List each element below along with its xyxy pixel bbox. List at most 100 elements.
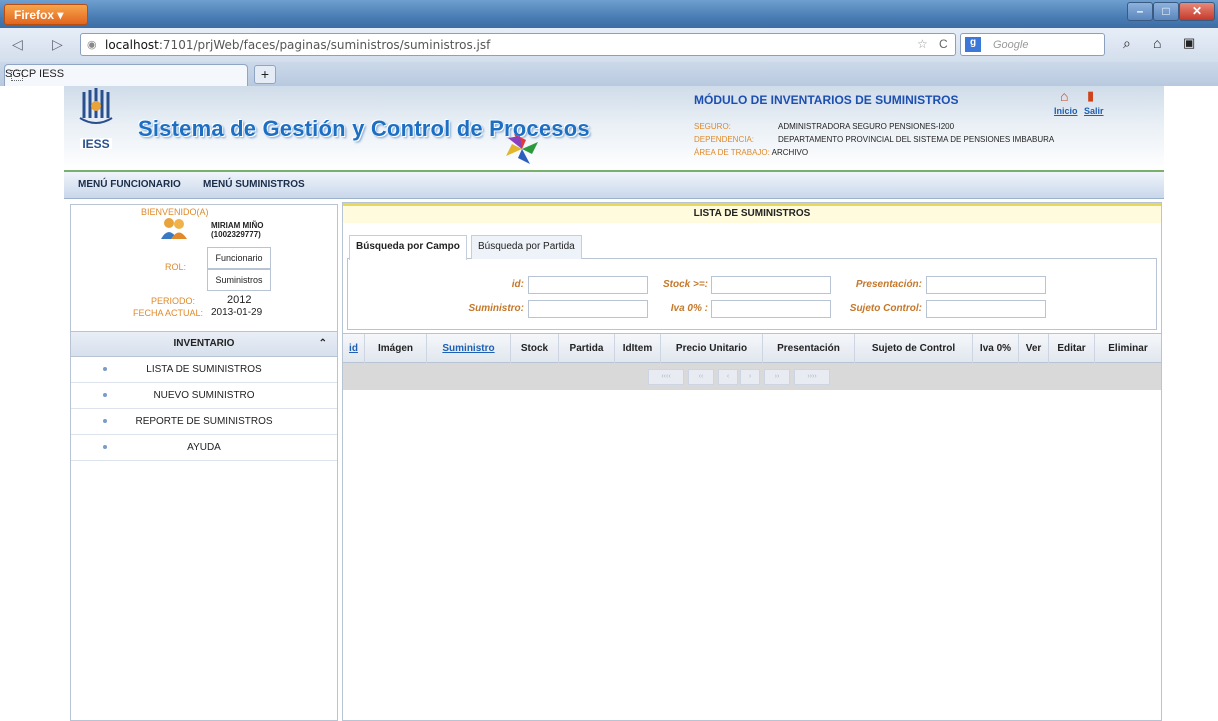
home-link[interactable]: Inicio (1054, 106, 1078, 116)
module-title: MÓDULO DE INVENTARIOS DE SUMINISTROS (694, 93, 959, 107)
table-pager: ‹‹‹‹ ‹‹ ‹ › ›› ›››› (343, 363, 1161, 390)
col-partida: Partida (559, 334, 615, 364)
maximize-button[interactable]: □ (1153, 2, 1179, 21)
bookmark-star-icon[interactable]: ☆ (917, 37, 928, 51)
period-label: PERIODO: (151, 296, 196, 306)
iva-label: Iva 0% : (670, 303, 708, 314)
period-value: 2012 (227, 294, 252, 306)
search-magnifier-icon[interactable]: ⌕ (1123, 35, 1131, 52)
col-sujeto-control: Sujeto de Control (855, 334, 973, 364)
col-presentacion: Presentación (763, 334, 855, 364)
page: IESS Sistema de Gestión y Control de Pro… (0, 86, 1218, 721)
iva-input[interactable] (711, 300, 831, 318)
inventory-header[interactable]: INVENTARIO ⌃ (71, 331, 337, 357)
suministro-input[interactable] (528, 300, 648, 318)
window-titlebar: Firefox ▾ – □ ✕ (0, 0, 1218, 28)
firefox-menu-button[interactable]: Firefox ▾ (4, 4, 88, 25)
bullet-icon (103, 445, 107, 449)
inventory-item-label: AYUDA (187, 442, 221, 453)
col-id[interactable]: id (343, 334, 365, 364)
pager-next[interactable]: › (740, 369, 760, 385)
bullet-icon (103, 367, 107, 371)
url-bar[interactable]: ◉ localhost:7101/prjWeb/faces/paginas/su… (80, 33, 956, 56)
sujeto-input[interactable] (926, 300, 1046, 318)
info-row-dependencia: DEPENDENCIA: DEPARTAMENTO PROVINCIAL DEL … (694, 135, 1055, 144)
forward-arrow-icon[interactable]: ▷ (52, 36, 63, 53)
stock-label: Stock >=: (662, 279, 708, 290)
id-input[interactable] (528, 276, 648, 294)
tab-sgcp[interactable]: SGCP IESS (4, 64, 248, 86)
search-box[interactable]: g Google (960, 33, 1105, 56)
user-avatar-icon (161, 217, 187, 239)
pager-fast-next[interactable]: ›› (764, 369, 790, 385)
search-form: id: Stock >=: Presentación: Suministro: … (347, 259, 1157, 330)
site-identity-icon[interactable]: ◉ (87, 38, 97, 51)
home-house-icon[interactable]: ⌂ (1060, 88, 1068, 104)
inventory-item-lista[interactable]: LISTA DE SUMINISTROS (71, 357, 337, 383)
back-arrow-icon[interactable]: ◁ (12, 36, 23, 53)
header-links: ⌂ ▮ Inicio Salir (1054, 88, 1124, 118)
google-icon: g (965, 37, 981, 52)
date-label: FECHA ACTUAL: (133, 308, 204, 318)
presentacion-input[interactable] (926, 276, 1046, 294)
inventory-item-label: REPORTE DE SUMINISTROS (135, 416, 273, 427)
app-header: IESS Sistema de Gestión y Control de Pro… (64, 86, 1164, 170)
close-button[interactable]: ✕ (1179, 2, 1215, 21)
menu-funcionario[interactable]: MENÚ FUNCIONARIO (78, 179, 181, 190)
menu-suministros[interactable]: MENÚ SUMINISTROS (203, 179, 305, 190)
home-icon[interactable]: ⌂ (1153, 35, 1161, 51)
user-id: (1002329777) (211, 230, 261, 239)
col-eliminar: Eliminar (1108, 343, 1148, 354)
browser-tabbar: SGCP IESS + (0, 62, 1218, 86)
bookmarks-icon[interactable]: ▣ (1183, 35, 1195, 51)
firefox-menu-label: Firefox (14, 8, 55, 22)
col-suministro[interactable]: Suministro (427, 334, 511, 364)
pager-fast-prev[interactable]: ‹‹ (688, 369, 714, 385)
bullet-icon (103, 419, 107, 423)
app-container: IESS Sistema de Gestión y Control de Pro… (64, 86, 1164, 721)
tab-busqueda-campo[interactable]: Búsqueda por Campo (349, 235, 467, 260)
stock-input[interactable] (711, 276, 831, 294)
col-iva: Iva 0% (973, 334, 1019, 364)
inventory-item-reporte[interactable]: REPORTE DE SUMINISTROS (71, 409, 337, 435)
role-label: ROL: (165, 262, 187, 272)
reload-icon[interactable]: C (939, 37, 948, 51)
exit-door-icon[interactable]: ▮ (1087, 88, 1094, 104)
suministro-label: Suministro: (468, 303, 524, 314)
pager-last[interactable]: ›››› (794, 369, 830, 385)
tab-title: SGCP IESS (5, 68, 65, 80)
table-header: id Imágen Suministro Stock Partida IdIte… (343, 333, 1161, 364)
minimize-button[interactable]: – (1127, 2, 1153, 21)
search-placeholder: Google (993, 39, 1029, 51)
collapse-icon[interactable]: ⌃ (319, 332, 327, 356)
role-funcionario[interactable]: Funcionario (207, 247, 271, 269)
welcome-label: BIENVENIDO(A) (141, 207, 209, 217)
info-row-area: ÁREA DE TRABAJO: ARCHIVO (694, 148, 809, 157)
role-suministros[interactable]: Suministros (207, 269, 271, 291)
col-ver: Ver (1019, 334, 1049, 364)
pager-prev[interactable]: ‹ (718, 369, 738, 385)
left-panel: BIENVENIDO(A) MIRIAM MIÑO (1002329777) R… (70, 204, 338, 721)
pager-first[interactable]: ‹‹‹‹ (648, 369, 684, 385)
inventory-item-label: NUEVO SUMINISTRO (153, 390, 255, 401)
presentacion-label: Presentación: (855, 279, 922, 290)
iess-logo-icon: IESS (79, 88, 113, 150)
date-value: 2013-01-29 (211, 307, 263, 318)
inventory-title: INVENTARIO (173, 338, 235, 349)
col-stock: Stock (511, 334, 559, 364)
pinwheel-logo-icon (506, 134, 538, 164)
url-text: localhost:7101/prjWeb/faces/paginas/sumi… (105, 38, 491, 52)
browser-navbar: ◁ ▷ ◉ localhost:7101/prjWeb/faces/pagina… (0, 28, 1218, 62)
col-precio-unitario: Precio Unitario (661, 334, 763, 364)
inventory-item-nuevo[interactable]: NUEVO SUMINISTRO (71, 383, 337, 409)
id-label: id: (511, 279, 524, 290)
info-row-seguro: SEGURO: ADMINISTRADORA SEGURO PENSIONES-I… (694, 122, 955, 131)
bullet-icon (103, 393, 107, 397)
inventory-item-ayuda[interactable]: AYUDA (71, 435, 337, 461)
tab-busqueda-partida[interactable]: Búsqueda por Partida (471, 235, 582, 259)
list-title: LISTA DE SUMINISTROS (343, 203, 1161, 223)
exit-link[interactable]: Salir (1084, 106, 1104, 116)
right-panel: LISTA DE SUMINISTROS Búsqueda por Campo … (342, 202, 1162, 721)
inventory-item-label: LISTA DE SUMINISTROS (146, 364, 262, 375)
new-tab-button[interactable]: + (254, 65, 276, 84)
